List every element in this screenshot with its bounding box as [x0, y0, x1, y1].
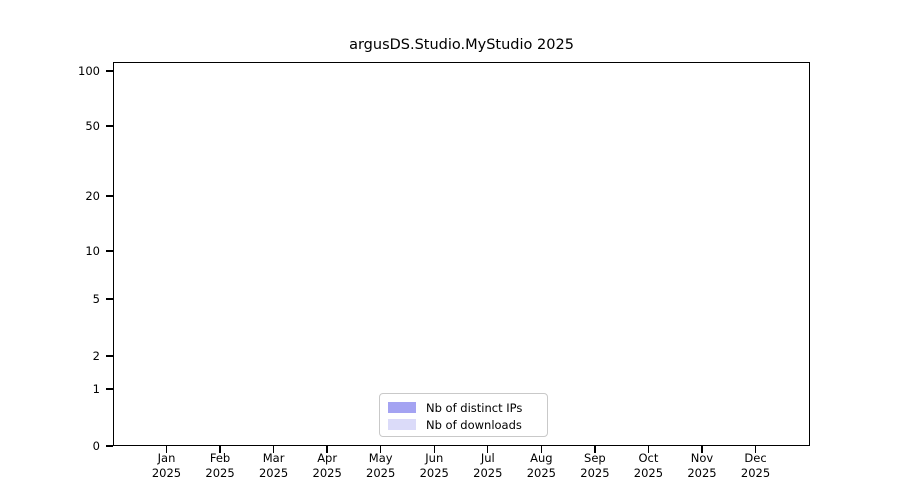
x-tick-label: Jan 2025	[152, 451, 181, 481]
x-tick-month: Feb	[209, 451, 231, 465]
x-tick-year: 2025	[687, 466, 717, 480]
legend-label-downloads: Nb of downloads	[426, 417, 522, 432]
x-tick-year: 2025	[473, 466, 503, 480]
plot-area	[113, 62, 810, 446]
y-tick-mark	[106, 355, 113, 357]
x-tick-label: Sep 2025	[580, 451, 609, 481]
y-tick-mark	[106, 195, 113, 197]
y-tick-mark	[106, 388, 113, 390]
y-tick-mark	[106, 70, 113, 72]
chart-title: argusDS.Studio.MyStudio 2025	[349, 37, 574, 53]
x-tick-month: Dec	[744, 451, 767, 465]
x-tick-label: Mar 2025	[259, 451, 288, 481]
y-tick-mark	[106, 445, 113, 447]
x-tick-year: 2025	[740, 466, 771, 480]
legend-entry-downloads: Nb of downloads	[380, 416, 547, 433]
x-tick-label: Jun 2025	[420, 451, 449, 481]
x-tick-month: Aug	[530, 451, 553, 465]
x-tick-year: 2025	[205, 466, 235, 480]
x-tick-month: Apr	[317, 451, 338, 465]
y-tick-label: 5	[92, 291, 100, 306]
y-tick-label: 20	[85, 188, 100, 203]
x-tick-month: Jun	[425, 451, 444, 465]
legend: Nb of distinct IPs Nb of downloads	[379, 393, 548, 437]
x-tick-year: 2025	[258, 466, 289, 480]
y-tick-label: 1	[92, 381, 100, 396]
y-tick-mark	[106, 298, 113, 300]
y-tick-mark	[106, 125, 113, 127]
legend-entry-distinct-ips: Nb of distinct IPs	[380, 399, 547, 416]
x-tick-year: 2025	[419, 466, 449, 480]
downloads-swatch	[388, 419, 416, 430]
x-tick-month: Oct	[638, 451, 659, 465]
x-tick-label: May 2025	[366, 451, 395, 481]
x-tick-label: Apr 2025	[313, 451, 342, 481]
x-tick-month: Mar	[262, 451, 285, 465]
x-tick-year: 2025	[580, 466, 610, 480]
x-tick-label: Nov 2025	[687, 451, 716, 481]
x-tick-month: Nov	[690, 451, 714, 465]
legend-label-distinct-ips: Nb of distinct IPs	[426, 400, 523, 415]
distinct-ips-swatch	[388, 402, 416, 413]
y-tick-label: 2	[92, 348, 100, 363]
x-tick-month: Sep	[584, 451, 606, 465]
y-tick-label: 50	[85, 118, 100, 133]
x-tick-year: 2025	[526, 466, 556, 480]
y-tick-mark	[106, 250, 113, 252]
x-tick-label: Aug 2025	[527, 451, 556, 481]
y-tick-label: 0	[92, 438, 100, 453]
x-tick-label: Feb 2025	[205, 451, 234, 481]
x-tick-year: 2025	[312, 466, 342, 480]
x-tick-year: 2025	[151, 466, 182, 480]
chart-figure: argusDS.Studio.MyStudio 2025 0 1 2 5 10 20 50 1…	[0, 0, 900, 500]
y-tick-label: 100	[78, 63, 100, 78]
x-tick-label: Dec 2025	[741, 451, 770, 481]
x-tick-month: Jan	[157, 451, 176, 465]
x-tick-year: 2025	[633, 466, 664, 480]
x-tick-month: Jul	[480, 451, 495, 465]
x-tick-label: Jul 2025	[473, 451, 502, 481]
x-tick-month: May	[368, 451, 393, 465]
x-tick-year: 2025	[366, 466, 396, 480]
x-tick-label: Oct 2025	[634, 451, 663, 481]
y-tick-label: 10	[85, 243, 100, 258]
